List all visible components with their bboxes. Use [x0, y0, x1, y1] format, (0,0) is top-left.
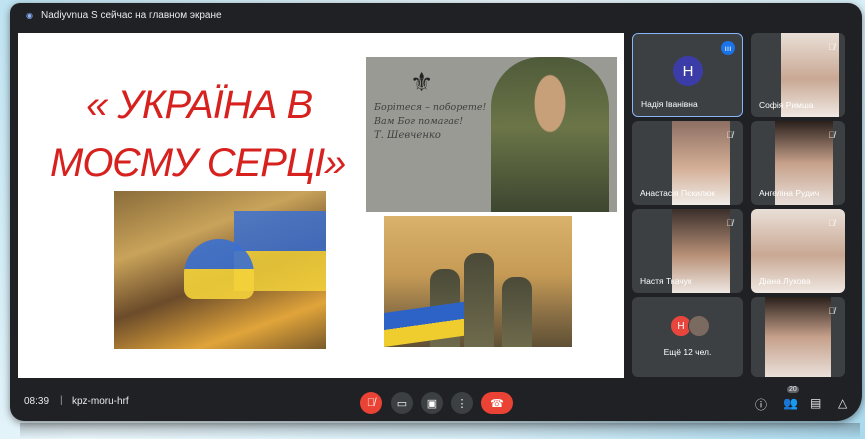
quote-signature: Т. Шевченко — [374, 130, 441, 141]
more-participants-tile[interactable]: H Ещё 12 чел. — [632, 297, 743, 377]
presentation-slide: « УКРАЇНА В МОЄМУ СЕРЦІ» ⚜ Борітеся – по… — [18, 33, 624, 378]
activities-button[interactable]: △ — [838, 396, 847, 410]
trident-emblem-icon: ⚜ — [410, 67, 434, 97]
speaking-indicator-icon: ııı — [721, 41, 735, 55]
chat-icon: ▤ — [810, 396, 822, 410]
participant-tile-anastasiya[interactable]: 🎙̸ Анастасія Пєкилюк — [632, 121, 743, 205]
avatar: H — [673, 56, 703, 86]
participant-video — [765, 297, 831, 377]
activities-icon: △ — [838, 396, 848, 410]
participant-name: Анастасія Пєкилюк — [640, 188, 715, 198]
wheat-hands-image — [114, 191, 326, 349]
mic-off-icon: 🎙̸ — [828, 306, 835, 316]
participant-tile-nadiya[interactable]: ııı H Надія Іванівна — [632, 33, 743, 117]
mic-off-icon: 🎙̸ — [726, 130, 733, 140]
participant-name: Діана Лукова — [759, 276, 811, 286]
info-icon: ⓘ — [755, 398, 768, 412]
soldiers-group-image — [384, 216, 572, 347]
people-count-badge: 20 — [787, 386, 799, 393]
avatar-photo — [688, 315, 710, 337]
participant-tile-sofia[interactable]: 🎙̸ Софія Римша — [751, 33, 845, 117]
quote-line-2: Вам Бог помагає! — [374, 116, 464, 127]
participant-name: Надія Іванівна — [641, 99, 698, 109]
hang-up-icon: ☎ — [490, 397, 504, 410]
participant-tile-unnamed[interactable]: 🎙̸ — [751, 297, 845, 377]
people-icon: 👥 — [783, 396, 798, 410]
participant-avatars: H — [670, 315, 710, 337]
slide-title-line-1: « УКРАЇНА В — [86, 83, 313, 127]
more-vert-icon: ⋮ — [456, 397, 468, 410]
mic-toggle-button[interactable]: 🎙̸ — [360, 392, 382, 414]
meeting-info-button[interactable]: ⓘ — [755, 396, 767, 413]
presenting-status-text: Nadiyvnua S сейчас на главном экране — [40, 9, 222, 21]
meet-window: ◉ Nadiyvnua S сейчас на главном экране «… — [10, 3, 862, 421]
quote-line-1: Борітеся – поборете! — [374, 102, 487, 113]
mic-off-icon: 🎙̸ — [828, 130, 835, 140]
more-participants-label: Ещё 12 чел. — [663, 347, 712, 357]
divider: | — [60, 395, 63, 406]
mic-off-icon: 🎙̸ — [366, 397, 376, 409]
meeting-clock: 08:39 — [24, 396, 50, 407]
present-screen-button[interactable]: ▣ — [421, 392, 443, 414]
soldier-figure — [491, 57, 609, 212]
camera-icon: ▭ — [396, 397, 408, 410]
participant-name: Ангеліна Рудич — [759, 188, 820, 198]
chat-button[interactable]: ▤ — [810, 396, 821, 410]
more-options-button[interactable]: ⋮ — [451, 392, 473, 414]
meeting-controls-bar: 08:39 | kpz-moru-hrf 🎙̸ ▭ ▣ ⋮ ☎ ⓘ 20 👥 ▤… — [10, 385, 862, 421]
leave-call-button[interactable]: ☎ — [481, 392, 513, 414]
participant-name: Настя Ткачук — [640, 276, 692, 286]
mic-off-icon: 🎙̸ — [726, 218, 733, 228]
mic-off-icon: 🎙̸ — [828, 42, 835, 52]
soldier-silhouette — [464, 253, 494, 347]
participant-tile-nastya[interactable]: 🎙̸ Настя Ткачук — [632, 209, 743, 293]
mic-off-icon: 🎙̸ — [828, 218, 835, 228]
presenting-icon: ◉ — [26, 10, 33, 20]
presenting-status-bar: ◉ Nadiyvnua S сейчас на главном экране — [10, 3, 862, 27]
participant-name: Софія Римша — [759, 100, 814, 110]
participant-tile-angelina[interactable]: 🎙̸ Ангеліна Рудич — [751, 121, 845, 205]
camera-toggle-button[interactable]: ▭ — [391, 392, 413, 414]
present-icon: ▣ — [426, 397, 438, 410]
people-button[interactable]: 20 👥 — [783, 386, 799, 410]
participant-tile-diana[interactable]: 🎙̸ Діана Лукова — [751, 209, 845, 293]
shevchenko-quote: Борітеся – поборете! Вам Бог помагає! Т.… — [374, 101, 504, 143]
soldier-shevchenko-image: ⚜ Борітеся – поборете! Вам Бог помагає! … — [366, 57, 617, 212]
reflection-decoration — [20, 423, 860, 439]
soldier-silhouette — [502, 277, 532, 347]
slide-title-line-2: МОЄМУ СЕРЦІ» — [50, 141, 346, 185]
meeting-code: kpz-moru-hrf — [72, 396, 129, 407]
